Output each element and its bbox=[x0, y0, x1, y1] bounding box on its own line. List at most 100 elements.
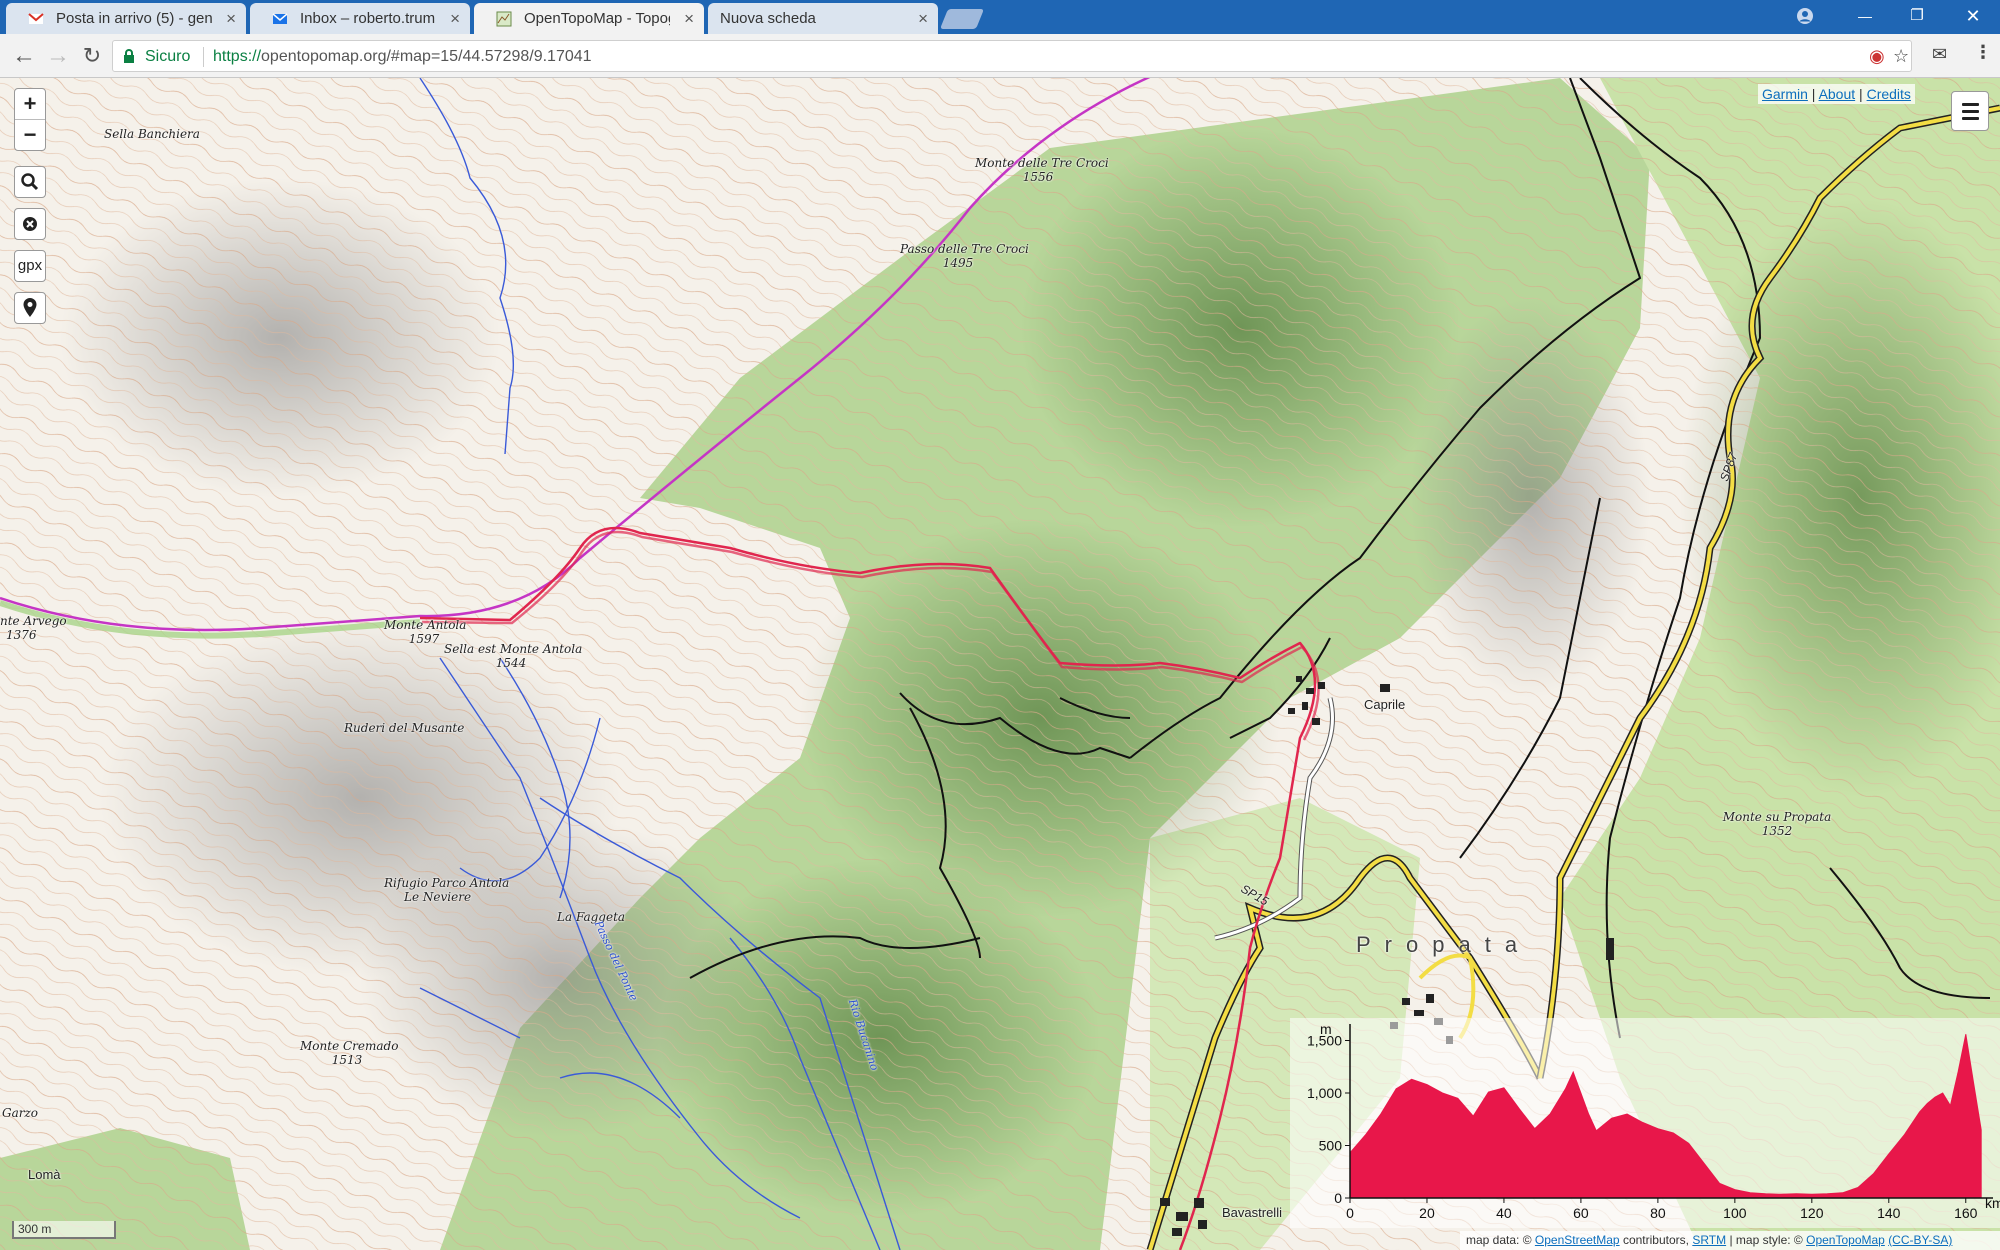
mail-icon bbox=[272, 13, 288, 24]
reset-button[interactable] bbox=[14, 208, 46, 240]
label-monte-arvego: nte Arvego 1376 bbox=[0, 614, 67, 642]
label-name: nte Arvego bbox=[0, 614, 67, 628]
label-name: Monte Antola bbox=[384, 618, 467, 632]
elevation-profile: 0 500 1,000 1,500 0 20 40 60 80 100 120 140 160 m km bbox=[1290, 1018, 2000, 1228]
credits-link[interactable]: Credits bbox=[1867, 86, 1911, 102]
url-path: /#map=15/44.57298/9.17041 bbox=[386, 48, 592, 65]
x-axis-label: km bbox=[1985, 1195, 2000, 1211]
tab-opentopomap[interactable]: OpenTopoMap - Topogra × bbox=[474, 3, 704, 34]
tab-gmail[interactable]: Posta in arrivo (5) - geno × bbox=[6, 3, 246, 34]
label-elevation: 1513 bbox=[331, 1053, 363, 1067]
label-ruderi: Ruderi del Musante bbox=[344, 721, 465, 735]
tab-title: Nuova scheda bbox=[720, 10, 816, 27]
osm-link[interactable]: OpenStreetMap bbox=[1535, 1233, 1620, 1247]
y-axis-label: m bbox=[1320, 1021, 1332, 1037]
label-elevation: 1556 bbox=[1022, 170, 1054, 184]
search-icon bbox=[21, 173, 39, 191]
x-tick-label: 0 bbox=[1346, 1205, 1354, 1221]
hamburger-icon-bar bbox=[1962, 103, 1979, 106]
tab-title: OpenTopoMap - Topogra bbox=[524, 10, 670, 27]
label-name: Monte delle Tre Croci bbox=[975, 156, 1109, 170]
menu-dots-icon[interactable]: ⋮ bbox=[1974, 42, 1992, 63]
license-link[interactable]: (CC-BY-SA) bbox=[1888, 1233, 1952, 1247]
garmin-link[interactable]: Garmin bbox=[1762, 86, 1808, 102]
close-window-button[interactable]: ✕ bbox=[1950, 0, 1996, 32]
blocked-icon[interactable]: ◉ bbox=[1869, 46, 1885, 67]
minimize-button[interactable]: — bbox=[1842, 0, 1888, 32]
close-tab-icon[interactable]: × bbox=[226, 3, 236, 34]
label-caprile: Caprile bbox=[1364, 697, 1406, 712]
profile-icon[interactable] bbox=[1782, 0, 1828, 32]
elevation-area bbox=[1349, 1034, 1982, 1199]
hamburger-icon-bar bbox=[1962, 110, 1979, 113]
opentopomap-link[interactable]: OpenTopoMap bbox=[1806, 1233, 1885, 1247]
label-name: Monte su Propata bbox=[1722, 810, 1832, 824]
attribution-style: | map style: © bbox=[1729, 1233, 1803, 1247]
tab-title: Inbox – roberto.trumpy@ bbox=[300, 10, 436, 27]
attribution-contributors: contributors, bbox=[1622, 1233, 1689, 1247]
restore-button[interactable]: ❐ bbox=[1894, 0, 1940, 32]
search-button[interactable] bbox=[14, 166, 46, 198]
url-text[interactable]: https://opentopomap.org/#map=15/44.57298… bbox=[213, 48, 592, 66]
label-name: Rifugio Parco Antola bbox=[384, 876, 510, 890]
x-tick-label: 20 bbox=[1419, 1205, 1435, 1221]
label-sella-banchiera: Sella Banchiera bbox=[104, 127, 200, 141]
map-view[interactable]: Sella Banchiera Monte delle Tre Croci 15… bbox=[0, 78, 2000, 1250]
gpx-button[interactable]: gpx bbox=[14, 250, 46, 282]
x-tick-label: 160 bbox=[1954, 1205, 1978, 1221]
divider bbox=[203, 47, 204, 67]
url-scheme: https:// bbox=[213, 48, 262, 65]
attribution: map data: © OpenStreetMap contributors, … bbox=[1460, 1231, 2000, 1250]
map-marker-icon bbox=[23, 298, 37, 317]
srtm-link[interactable]: SRTM bbox=[1692, 1233, 1726, 1247]
zoom-control: + − bbox=[14, 88, 46, 151]
back-button[interactable]: ← bbox=[10, 42, 38, 70]
hamburger-icon-bar bbox=[1962, 117, 1979, 120]
browser-toolbar: ← → ↻ Sicuro https://opentopomap.org/#ma… bbox=[0, 34, 2000, 78]
label-la-faggeta: La Faggeta bbox=[557, 910, 626, 924]
new-tab-button[interactable] bbox=[939, 9, 985, 29]
tab-new[interactable]: Nuova scheda × bbox=[708, 3, 938, 34]
address-bar[interactable]: Sicuro https://opentopomap.org/#map=15/4… bbox=[112, 40, 1912, 72]
tab-inbox[interactable]: Inbox – roberto.trumpy@ × bbox=[250, 3, 470, 34]
y-tick-label: 0 bbox=[1334, 1190, 1342, 1206]
reload-button[interactable]: ↻ bbox=[78, 42, 106, 70]
label-sub: Le Neviere bbox=[404, 890, 472, 904]
close-circle-icon bbox=[23, 217, 37, 231]
label-sella-est: Sella est Monte Antola 1544 bbox=[444, 642, 582, 670]
close-tab-icon[interactable]: × bbox=[918, 3, 928, 34]
x-tick-label: 140 bbox=[1877, 1205, 1901, 1221]
zoom-in-button[interactable]: + bbox=[15, 89, 45, 119]
scale-bar: 300 m bbox=[12, 1221, 116, 1239]
label-passo-tre-croci: Passo delle Tre Croci 1495 bbox=[900, 242, 1029, 270]
close-tab-icon[interactable]: × bbox=[450, 3, 460, 34]
separator: | bbox=[1811, 86, 1816, 102]
gmail-icon bbox=[28, 13, 44, 24]
mail-extension-icon[interactable]: ✉ bbox=[1932, 44, 1947, 65]
x-tick-label: 80 bbox=[1650, 1205, 1666, 1221]
locate-button[interactable] bbox=[14, 292, 46, 324]
y-tick-label: 500 bbox=[1319, 1138, 1343, 1154]
y-tick-label: 1,000 bbox=[1307, 1085, 1342, 1101]
tab-title: Posta in arrivo (5) - geno bbox=[56, 10, 212, 27]
label-elevation: 1376 bbox=[6, 628, 37, 642]
label-propata: Propata bbox=[1356, 932, 1532, 957]
label-monte-tre-croci: Monte delle Tre Croci 1556 bbox=[975, 156, 1109, 184]
label-rifugio: Rifugio Parco Antola Le Neviere bbox=[384, 876, 510, 904]
label-elevation: 1352 bbox=[1761, 824, 1793, 838]
layers-menu-button[interactable] bbox=[1951, 91, 1989, 131]
zoom-out-button[interactable]: − bbox=[15, 120, 45, 150]
label-elevation: 1544 bbox=[495, 656, 527, 670]
opentopomap-icon bbox=[496, 11, 512, 27]
label-elevation: 1495 bbox=[942, 256, 974, 270]
lock-icon bbox=[124, 49, 134, 63]
x-tick-label: 120 bbox=[1800, 1205, 1824, 1221]
label-monte-su-propata: Monte su Propata 1352 bbox=[1722, 810, 1832, 838]
about-link[interactable]: About bbox=[1819, 86, 1856, 102]
label-monte-cremado: Monte Cremado 1513 bbox=[300, 1039, 398, 1067]
close-tab-icon[interactable]: × bbox=[684, 3, 694, 34]
url-host: opentopomap.org bbox=[261, 48, 387, 65]
forward-button[interactable]: → bbox=[44, 42, 72, 70]
star-icon[interactable]: ☆ bbox=[1893, 46, 1909, 67]
label-bavastrelli: Bavastrelli bbox=[1222, 1205, 1282, 1220]
